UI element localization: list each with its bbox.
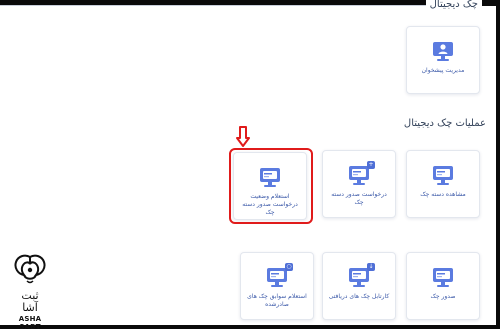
search-badge-icon: ○ — [285, 263, 293, 271]
section-title: عملیات چک دیجیتال — [403, 118, 486, 129]
received-checks-inbox-label: کارتابل چک های دریافتی — [328, 293, 390, 300]
monitor-card-icon: + — [347, 161, 375, 191]
highlight-frame — [229, 148, 313, 224]
window-frame-right — [496, 0, 500, 329]
page-title: چک دیجیتال — [425, 0, 482, 10]
received-checks-inbox-card[interactable]: ↓ کارتابل چک های دریافتی — [322, 252, 396, 320]
issue-check-label: صدور چک — [430, 293, 456, 300]
user-monitor-icon — [431, 41, 455, 67]
request-checkbook-card[interactable]: + درخواست صدور دسته چک — [322, 150, 396, 218]
request-checkbook-label: درخواست صدور دسته چک — [331, 191, 387, 206]
window-frame-bottom — [0, 325, 500, 329]
plus-badge-icon: + — [367, 161, 375, 169]
arrow-badge-icon: ↓ — [367, 263, 375, 271]
counter-management-card[interactable]: مدیریت پیشخوان — [406, 26, 480, 94]
monitor-card-icon: ○ — [265, 263, 293, 293]
view-checkbook-label: مشاهده دسته چک — [420, 191, 466, 198]
monitor-card-icon — [431, 165, 455, 191]
asha-sabt-logo: ثبت آشا ASHA SABT — [12, 254, 48, 331]
counter-management-label: مدیریت پیشخوان — [421, 67, 465, 74]
logo-text-fa: ثبت آشا — [21, 289, 39, 314]
issued-checks-history-card[interactable]: ○ استعلام سوابق چک های صادرشده — [240, 252, 314, 320]
monitor-card-icon — [431, 267, 455, 293]
monitor-card-icon: ↓ — [347, 263, 375, 293]
issued-checks-history-label: استعلام سوابق چک های صادرشده — [247, 293, 307, 308]
down-arrow-icon — [236, 126, 250, 152]
view-checkbook-card[interactable]: مشاهده دسته چک — [406, 150, 480, 218]
header-divider — [0, 5, 428, 6]
logo-emblem-icon — [13, 254, 47, 288]
issue-check-card[interactable]: صدور چک — [406, 252, 480, 320]
